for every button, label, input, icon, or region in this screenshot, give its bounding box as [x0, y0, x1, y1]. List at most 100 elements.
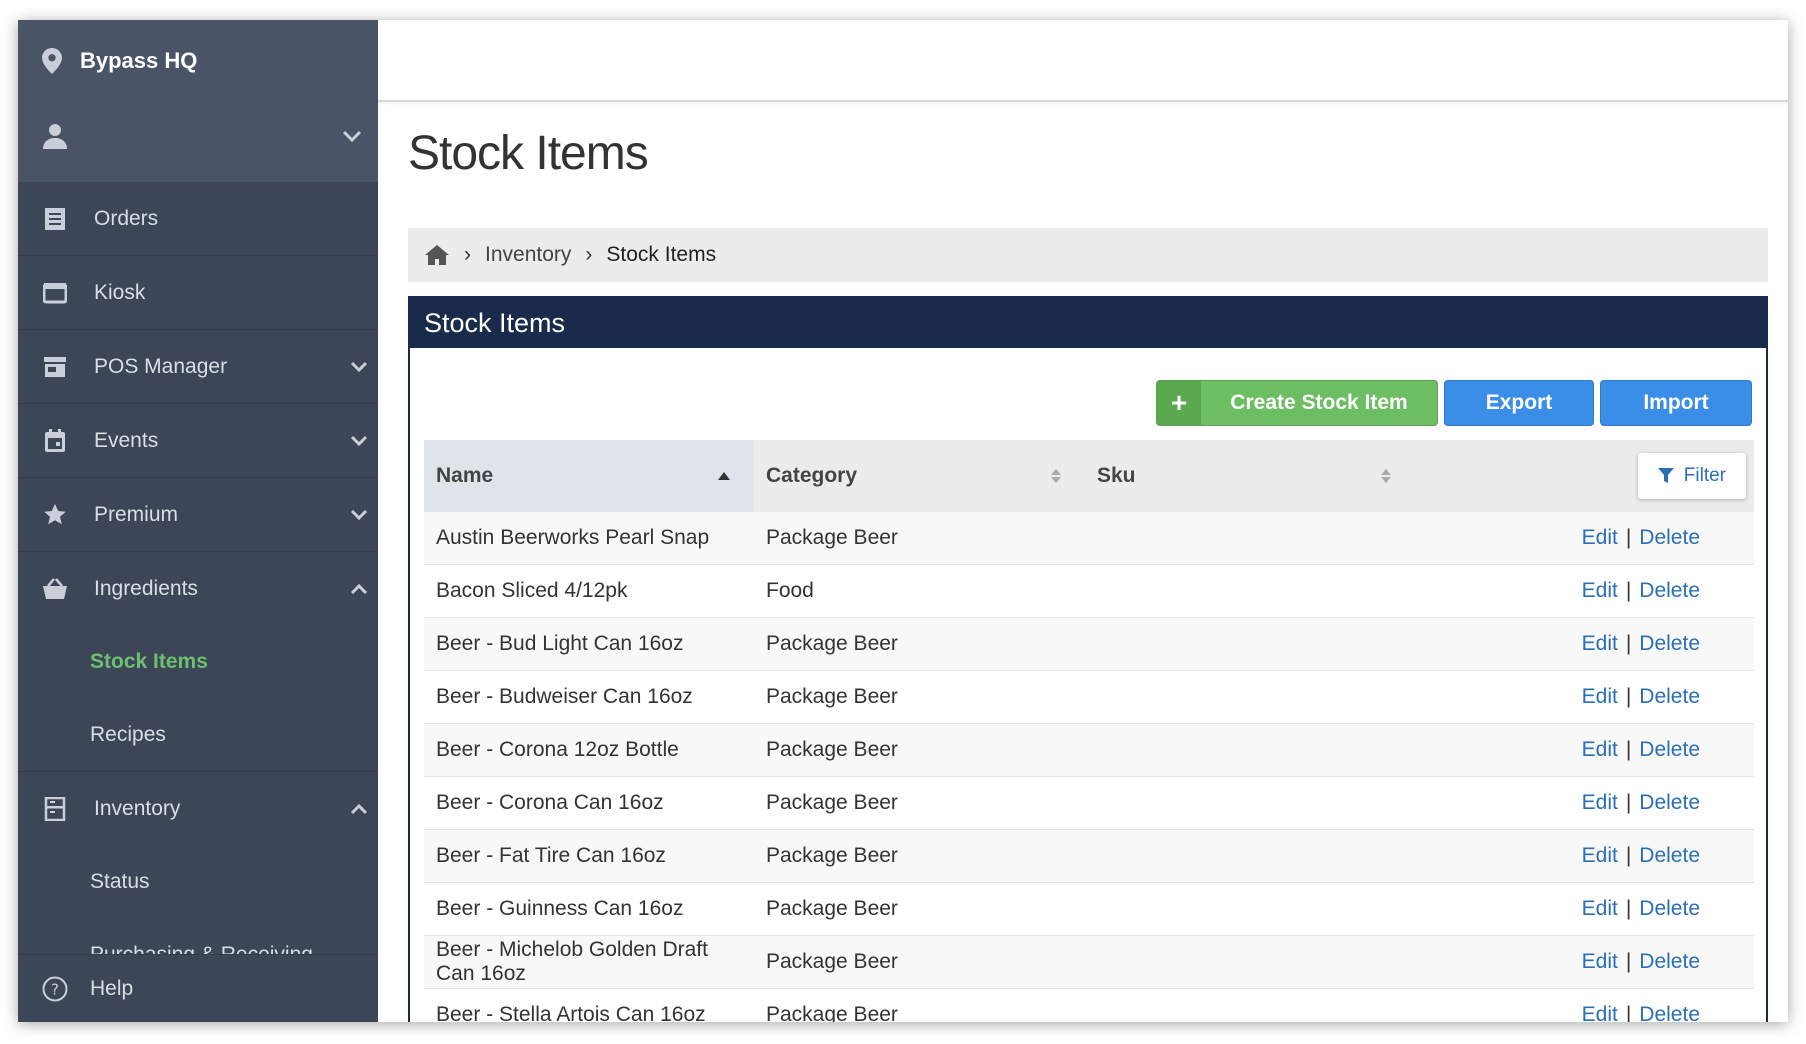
- sidebar-item-premium[interactable]: Premium: [18, 478, 378, 552]
- app-window: Bypass HQ Orders Kiosk POS Manager Event…: [18, 20, 1788, 1022]
- chevron-up-icon: [350, 803, 368, 814]
- location-name: Bypass HQ: [80, 48, 198, 73]
- separator: |: [1625, 1003, 1632, 1022]
- delete-link[interactable]: Delete: [1639, 791, 1700, 814]
- separator: |: [1625, 791, 1632, 814]
- edit-link[interactable]: Edit: [1582, 632, 1618, 655]
- export-button[interactable]: Export: [1444, 380, 1594, 426]
- chevron-down-icon: [342, 130, 362, 142]
- help-icon: ?: [42, 976, 68, 1001]
- column-header-category[interactable]: Category: [754, 440, 1085, 512]
- edit-link[interactable]: Edit: [1582, 579, 1618, 602]
- svg-text:?: ?: [51, 980, 59, 998]
- cell-category: Package Beer: [754, 617, 1085, 671]
- cell-name: Beer - Guinness Can 16oz: [424, 882, 754, 936]
- cell-name: Beer - Fat Tire Can 16oz: [424, 829, 754, 883]
- create-stock-item-button[interactable]: + Create Stock Item: [1156, 380, 1438, 426]
- delete-link[interactable]: Delete: [1639, 1003, 1700, 1022]
- sidebar-item-events[interactable]: Events: [18, 404, 378, 478]
- cell-category: Food: [754, 564, 1085, 618]
- cell-category: Package Beer: [754, 723, 1085, 777]
- cell-actions: Edit | Delete: [1415, 935, 1754, 989]
- cell-actions: Edit | Delete: [1415, 617, 1754, 671]
- table-row: Beer - Fat Tire Can 16oz Package Beer Edit…: [424, 829, 1754, 883]
- cell-sku: [1085, 776, 1415, 830]
- basket-icon: [42, 576, 68, 602]
- table-row: Beer - Corona 12oz Bottle Package Beer Edi…: [424, 723, 1754, 777]
- filter-button[interactable]: Filter: [1637, 453, 1746, 499]
- chevron-down-icon: [350, 509, 368, 520]
- table-row: Beer - Stella Artois Can 16oz Package Bee…: [424, 988, 1754, 1022]
- edit-link[interactable]: Edit: [1582, 791, 1618, 814]
- sort-icon: [1051, 469, 1061, 483]
- store-icon: [42, 354, 68, 380]
- edit-link[interactable]: Edit: [1582, 738, 1618, 761]
- map-pin-icon: [42, 48, 62, 74]
- edit-link[interactable]: Edit: [1582, 526, 1618, 549]
- sidebar-item-label: Orders: [94, 206, 159, 230]
- cell-actions: Edit | Delete: [1415, 829, 1754, 883]
- import-button[interactable]: Import: [1600, 380, 1752, 426]
- column-header-sku[interactable]: Sku: [1085, 440, 1415, 512]
- cell-category: Package Beer: [754, 670, 1085, 724]
- breadcrumb-current: Stock Items: [606, 243, 717, 266]
- sidebar-subitem-status[interactable]: Status: [18, 845, 378, 918]
- column-header-name[interactable]: Name: [424, 440, 754, 512]
- delete-link[interactable]: Delete: [1639, 526, 1700, 549]
- separator: |: [1625, 579, 1632, 602]
- edit-link[interactable]: Edit: [1582, 844, 1618, 867]
- sort-asc-icon: [718, 472, 730, 480]
- sidebar-item-kiosk[interactable]: Kiosk: [18, 256, 378, 330]
- sidebar-help[interactable]: ? Help: [18, 954, 378, 1022]
- breadcrumb: › Inventory › Stock Items: [408, 228, 1768, 282]
- separator: |: [1625, 632, 1632, 655]
- page-title: Stock Items: [408, 127, 649, 180]
- cell-category: Package Beer: [754, 776, 1085, 830]
- user-menu[interactable]: [42, 116, 362, 156]
- stock-items-panel: Stock Items + Create Stock Item Export I…: [408, 296, 1768, 1022]
- cell-actions: Edit | Delete: [1415, 512, 1754, 565]
- sidebar: Bypass HQ Orders Kiosk POS Manager Event…: [18, 20, 378, 1022]
- sidebar-item-ingredients[interactable]: Ingredients: [18, 552, 378, 625]
- delete-link[interactable]: Delete: [1639, 950, 1700, 973]
- create-label: Create Stock Item: [1230, 391, 1408, 414]
- home-icon[interactable]: [424, 244, 450, 266]
- delete-link[interactable]: Delete: [1639, 844, 1700, 867]
- delete-link[interactable]: Delete: [1639, 685, 1700, 708]
- user-icon: [43, 124, 67, 149]
- sidebar-subitem-recipes[interactable]: Recipes: [18, 698, 378, 772]
- cell-actions: Edit | Delete: [1415, 882, 1754, 936]
- cell-name: Bacon Sliced 4/12pk: [424, 564, 754, 618]
- cell-name: Beer - Corona Can 16oz: [424, 776, 754, 830]
- cell-sku: [1085, 564, 1415, 618]
- cell-name: Beer - Budweiser Can 16oz: [424, 670, 754, 724]
- delete-link[interactable]: Delete: [1639, 632, 1700, 655]
- sidebar-item-orders[interactable]: Orders: [18, 182, 378, 256]
- sidebar-item-pos-manager[interactable]: POS Manager: [18, 330, 378, 404]
- edit-link[interactable]: Edit: [1582, 1003, 1618, 1022]
- table-row: Austin Beerworks Pearl Snap Package Beer E…: [424, 512, 1754, 565]
- delete-link[interactable]: Delete: [1639, 579, 1700, 602]
- sidebar-item-label: Premium: [94, 502, 179, 526]
- separator: |: [1625, 526, 1632, 549]
- column-header-actions: Filter: [1415, 440, 1754, 512]
- table-row: Beer - Guinness Can 16oz Package Beer Edit…: [424, 882, 1754, 936]
- star-icon: [42, 502, 68, 528]
- cell-actions: Edit | Delete: [1415, 723, 1754, 777]
- location-selector[interactable]: Bypass HQ: [42, 48, 197, 74]
- cell-category: Package Beer: [754, 935, 1085, 989]
- top-bar: [378, 20, 1788, 102]
- edit-link[interactable]: Edit: [1582, 950, 1618, 973]
- delete-link[interactable]: Delete: [1639, 738, 1700, 761]
- sidebar-subitem-stock-items[interactable]: Stock Items: [18, 625, 378, 698]
- separator: |: [1625, 738, 1632, 761]
- cell-category: Package Beer: [754, 512, 1085, 565]
- delete-link[interactable]: Delete: [1639, 897, 1700, 920]
- breadcrumb-inventory[interactable]: Inventory: [485, 243, 571, 267]
- cell-actions: Edit | Delete: [1415, 988, 1754, 1022]
- edit-link[interactable]: Edit: [1582, 685, 1618, 708]
- kiosk-icon: [42, 280, 68, 306]
- cell-sku: [1085, 670, 1415, 724]
- edit-link[interactable]: Edit: [1582, 897, 1618, 920]
- sidebar-item-inventory[interactable]: Inventory: [18, 772, 378, 845]
